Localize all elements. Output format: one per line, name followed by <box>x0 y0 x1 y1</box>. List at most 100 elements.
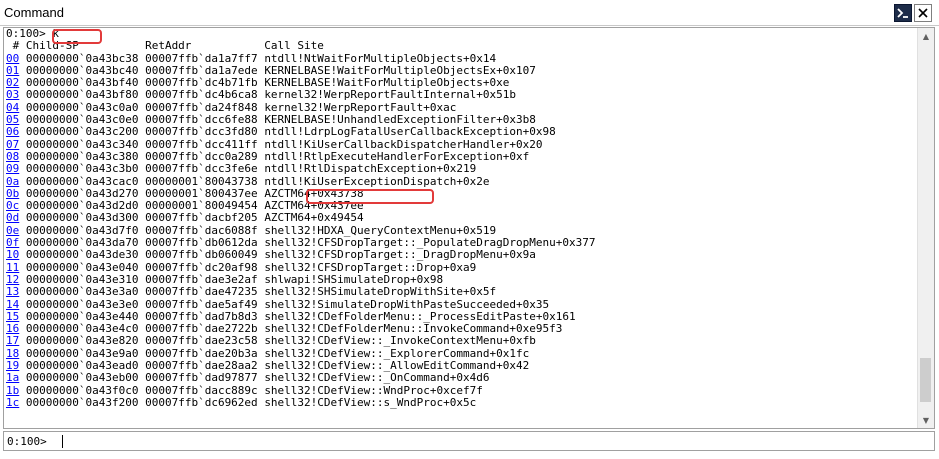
call-site: shell32!SimulateDropWithPasteSucceeded+0… <box>264 298 550 311</box>
frame-number-link[interactable]: 0a <box>6 176 19 188</box>
frame-number-link[interactable]: 07 <box>6 139 19 151</box>
frame-number-link[interactable]: 09 <box>6 163 19 175</box>
child-sp: 00000000`0a43d7f0 <box>25 224 139 237</box>
call-site: shell32!CFSDropTarget::_DragDropMenu+0x9… <box>264 249 536 262</box>
frame-number-link[interactable]: 19 <box>6 360 19 372</box>
stack-frame-row: 09 00000000`0a43c3b0 00007ffb`dcc3fe6e n… <box>6 163 916 175</box>
frame-number-link[interactable]: 1c <box>6 397 19 409</box>
call-site: ntdll!KiUserExceptionDispatch+0x2e <box>264 175 490 188</box>
child-sp: 00000000`0a43d270 <box>25 187 139 200</box>
stack-frame-row: 15 00000000`0a43e440 00007ffb`dad7b8d3 s… <box>6 311 916 323</box>
call-site: shlwapi!SHSimulateDrop+0x98 <box>264 273 444 286</box>
return-address: 00007ffb`dc6962ed <box>145 396 258 409</box>
frame-number-link[interactable]: 0f <box>6 237 19 249</box>
frame-number-link[interactable]: 02 <box>6 77 19 89</box>
stack-frame-row: 0b 00000000`0a43d270 00000001`800437ee A… <box>6 188 916 200</box>
return-address: 00007ffb`db060049 <box>145 249 258 262</box>
frame-number-link[interactable]: 11 <box>6 262 19 274</box>
frame-number-link[interactable]: 17 <box>6 335 19 347</box>
child-sp: 00000000`0a43bf40 <box>25 77 139 90</box>
call-site: AZCTM64+0x49454 <box>264 212 364 225</box>
call-site: ntdll!NtWaitForMultipleObjects+0x14 <box>264 52 497 65</box>
title-bar: Command <box>0 0 939 26</box>
frame-number-link[interactable]: 12 <box>6 274 19 286</box>
frame-number-link[interactable]: 01 <box>6 65 19 77</box>
child-sp: 00000000`0a43c0e0 <box>25 114 139 127</box>
child-sp: 00000000`0a43da70 <box>25 237 139 250</box>
stack-frame-row: 1b 00000000`0a43f0c0 00007ffb`dacc889c s… <box>6 385 916 397</box>
stack-frame-row: 10 00000000`0a43de30 00007ffb`db060049 s… <box>6 249 916 261</box>
return-address: 00007ffb`dae2722b <box>145 323 258 336</box>
child-sp: 00000000`0a43bc38 <box>25 52 139 65</box>
command-prompt-button[interactable] <box>894 4 912 22</box>
stack-frame-row: 05 00000000`0a43c0e0 00007ffb`dcc6fe88 K… <box>6 114 916 126</box>
frame-number-link[interactable]: 0e <box>6 225 19 237</box>
call-site: shell32!CDefView::_AllowEditCommand+0x42 <box>264 360 530 373</box>
command-prompt-icon <box>897 8 908 18</box>
scroll-thumb[interactable] <box>920 358 931 402</box>
vertical-scrollbar[interactable]: ▲ ▼ <box>917 28 934 428</box>
return-address: 00007ffb`da1a7ff7 <box>145 52 258 65</box>
frame-number-link[interactable]: 06 <box>6 126 19 138</box>
frame-number-link[interactable]: 14 <box>6 299 19 311</box>
call-site: shell32!CFSDropTarget::_PopulateDragDrop… <box>264 237 596 250</box>
frame-number-link[interactable]: 15 <box>6 311 19 323</box>
stack-frame-row: 02 00000000`0a43bf40 00007ffb`dc4b71fb K… <box>6 77 916 89</box>
call-site: shell32!CDefFolderMenu::InvokeCommand+0x… <box>264 323 563 336</box>
frame-number-link[interactable]: 0c <box>6 200 19 212</box>
frame-number-link[interactable]: 18 <box>6 348 19 360</box>
child-sp: 00000000`0a43d300 <box>25 212 139 225</box>
frame-number-link[interactable]: 08 <box>6 151 19 163</box>
child-sp: 00000000`0a43e3e0 <box>25 298 139 311</box>
call-site: KERNELBASE!WaitForMultipleObjects+0xe <box>264 77 510 90</box>
return-address: 00007ffb`dae5af49 <box>145 298 258 311</box>
frame-number-link[interactable]: 1a <box>6 372 19 384</box>
frame-number-link[interactable]: 04 <box>6 102 19 114</box>
child-sp: 00000000`0a43eb00 <box>25 372 139 385</box>
frame-number-link[interactable]: 1b <box>6 385 19 397</box>
frame-number-link[interactable]: 13 <box>6 286 19 298</box>
frame-number-link[interactable]: 16 <box>6 323 19 335</box>
frame-number-link[interactable]: 05 <box>6 114 19 126</box>
call-site: ntdll!RtlpExecuteHandlerForException+0xf <box>264 150 530 163</box>
frame-number-link[interactable]: 10 <box>6 249 19 261</box>
return-address: 00007ffb`dcc3fe6e <box>145 163 258 176</box>
scroll-up-icon[interactable]: ▲ <box>918 28 934 44</box>
child-sp: 00000000`0a43e440 <box>25 310 139 323</box>
stack-frame-row: 0a 00000000`0a43cac0 00000001`80043738 n… <box>6 176 916 188</box>
call-site: kernel32!WerpReportFault+0xac <box>264 101 457 114</box>
call-site: shell32!CDefView::s_WndProc+0x5c <box>264 396 477 409</box>
return-address: 00007ffb`dcc411ff <box>145 138 258 151</box>
frame-number-link[interactable]: 03 <box>6 89 19 101</box>
return-address: 00007ffb`dcc3fd80 <box>145 126 258 139</box>
command-input[interactable] <box>60 433 920 449</box>
return-address: 00007ffb`dae47235 <box>145 286 258 299</box>
stack-frame-row: 0e 00000000`0a43d7f0 00007ffb`dac6088f s… <box>6 225 916 237</box>
stack-frame-row: 11 00000000`0a43e040 00007ffb`dc20af98 s… <box>6 262 916 274</box>
child-sp: 00000000`0a43de30 <box>25 249 139 262</box>
call-site: ntdll!RtlDispatchException+0x219 <box>264 163 477 176</box>
command-output-pane[interactable]: 0:100> k # Child-SP RetAddr Call Site 00… <box>3 27 935 429</box>
output-text: 0:100> k # Child-SP RetAddr Call Site 00… <box>6 28 916 409</box>
child-sp: 00000000`0a43c380 <box>25 150 139 163</box>
stack-frame-row: 00 00000000`0a43bc38 00007ffb`da1a7ff7 n… <box>6 53 916 65</box>
child-sp: 00000000`0a43ead0 <box>25 360 139 373</box>
stack-frame-row: 04 00000000`0a43c0a0 00007ffb`da24f848 k… <box>6 102 916 114</box>
close-button[interactable] <box>914 4 932 22</box>
return-address: 00007ffb`da24f848 <box>145 101 258 114</box>
return-address: 00007ffb`dcc6fe88 <box>145 114 258 127</box>
command-input-pane: 0:100> <box>3 431 935 451</box>
stack-frame-row: 0f 00000000`0a43da70 00007ffb`db0612da s… <box>6 237 916 249</box>
child-sp: 00000000`0a43e9a0 <box>25 347 139 360</box>
call-site: shell32!CDefView::WndProc+0xcef7f <box>264 384 483 397</box>
call-site: AZCTM64+0x43738 <box>264 187 364 200</box>
stack-frame-row: 08 00000000`0a43c380 00007ffb`dcc0a289 n… <box>6 151 916 163</box>
stack-frame-row: 06 00000000`0a43c200 00007ffb`dcc3fd80 n… <box>6 126 916 138</box>
return-address: 00007ffb`dc4b6ca8 <box>145 89 258 102</box>
child-sp: 00000000`0a43cac0 <box>25 175 139 188</box>
scroll-down-icon[interactable]: ▼ <box>918 412 934 428</box>
frame-number-link[interactable]: 0b <box>6 188 19 200</box>
frame-number-link[interactable]: 00 <box>6 53 19 65</box>
child-sp: 00000000`0a43f0c0 <box>25 384 139 397</box>
frame-number-link[interactable]: 0d <box>6 212 19 224</box>
